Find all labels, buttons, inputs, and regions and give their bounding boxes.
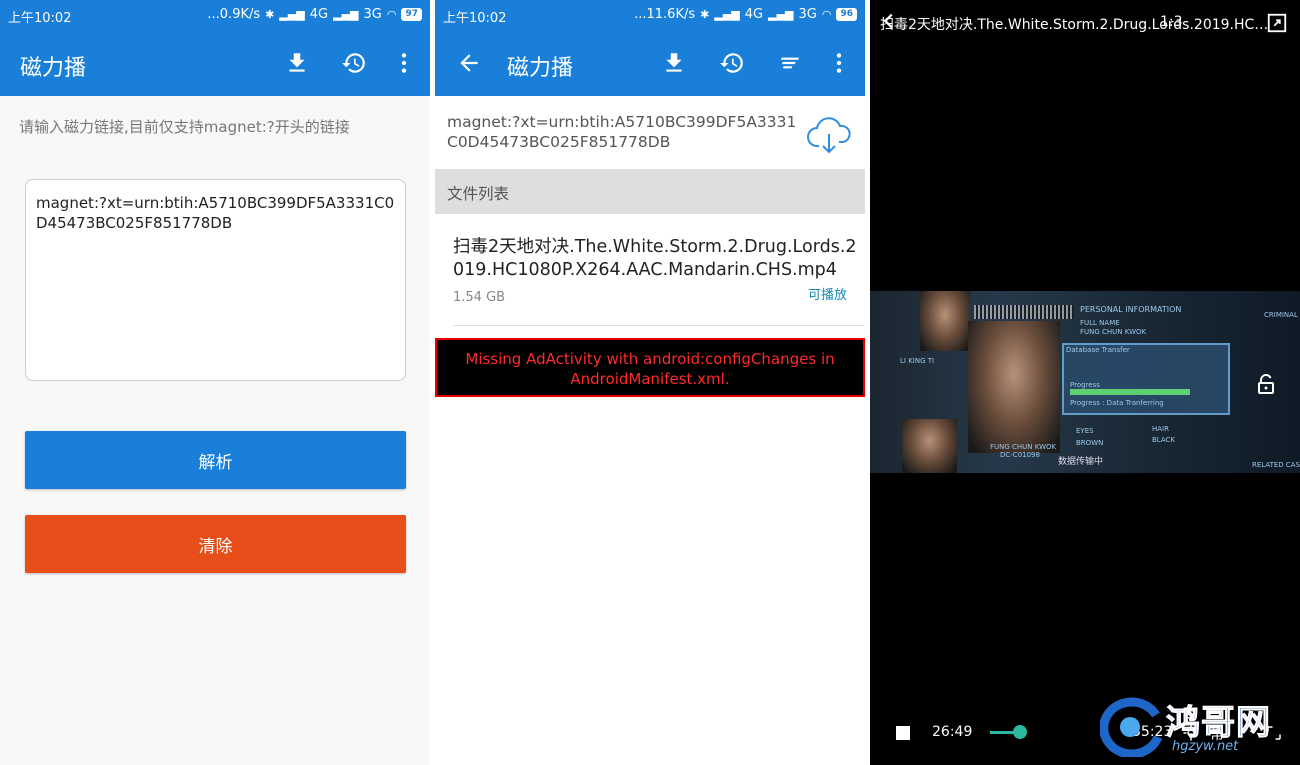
app-title: 磁力播 (20, 56, 87, 81)
parse-button[interactable]: 解析 (25, 431, 406, 489)
file-list-header: 文件列表 (435, 169, 865, 214)
app-bar: 磁力播 (435, 30, 865, 96)
divider (453, 325, 865, 326)
wifi-icon: ◠ (386, 8, 397, 21)
sort-icon[interactable] (776, 50, 802, 76)
magnet-link-text: magnet:?xt=urn:btih:A5710BC399DF5A3331C0… (447, 113, 797, 151)
stop-icon[interactable] (896, 726, 910, 740)
input-hint: 请输入磁力链接,目前仅支持magnet:?开头的链接 (19, 118, 350, 136)
net-speed: ...0.9K/s (207, 7, 261, 22)
net-speed: ...11.6K/s (634, 7, 696, 22)
video-frame[interactable]: PERSONAL INFORMATION FULL NAME FUNG CHUN… (870, 291, 1300, 473)
battery-icon: 97 (401, 8, 422, 21)
watermark-logo-icon (1099, 697, 1164, 759)
network-type-1: 4G (309, 7, 329, 22)
playable-status[interactable]: 可播放 (808, 284, 847, 303)
battery-icon: 96 (836, 8, 857, 21)
bluetooth-icon: ✱ (265, 8, 275, 21)
signal-icon: ▂▄▆ (279, 8, 305, 21)
signal-icon: ▂▄▆ (714, 8, 740, 21)
wifi-icon: ◠ (821, 8, 832, 21)
fullscreen-icon[interactable] (1266, 12, 1288, 34)
bluetooth-icon: ✱ (700, 8, 710, 21)
file-name[interactable]: 扫毒2天地对决.The.White.Storm.2.Drug.Lords.201… (453, 236, 863, 282)
history-icon[interactable] (341, 50, 367, 76)
player-top-bar: 扫毒2天地对决.The.White.Storm.2.Drug.Lords.201… (870, 0, 1300, 44)
more-vert-icon[interactable] (391, 50, 417, 76)
back-arrow-icon[interactable] (456, 50, 482, 76)
more-vert-icon[interactable] (826, 50, 852, 76)
video-progress (1070, 389, 1190, 395)
current-time: 26:49 (932, 724, 973, 740)
video-player-screen: 扫毒2天地对决.The.White.Storm.2.Drug.Lords.201… (870, 0, 1300, 765)
app-bar: 磁力播 (0, 30, 430, 96)
signal-icon-2: ▂▄▆ (333, 8, 359, 21)
ad-error-banner: Missing AdActivity with android:configCh… (435, 338, 865, 397)
status-bar: 上午10:02 ...11.6K/s ✱ ▂▄▆ 4G ▂▄▆ 3G ◠ 96 (435, 0, 865, 30)
watermark-url: hgzyw.net (1172, 739, 1239, 754)
status-bar: 上午10:02 ...0.9K/s ✱ ▂▄▆ 4G ▂▄▆ 3G ◠ 97 (0, 0, 430, 30)
network-type-2: 3G (798, 7, 817, 22)
video-face-small-2 (902, 419, 957, 473)
cloud-download-icon[interactable] (805, 112, 853, 160)
back-chevron-icon[interactable] (878, 10, 900, 32)
history-icon[interactable] (719, 50, 745, 76)
video-face-main (968, 321, 1060, 453)
video-title: 扫毒2天地对决.The.White.Storm.2.Drug.Lords.201… (880, 17, 1275, 33)
file-list-screen: 上午10:02 ...11.6K/s ✱ ▂▄▆ 4G ▂▄▆ 3G ◠ 96 … (435, 0, 865, 765)
magnet-input[interactable]: magnet:?xt=urn:btih:A5710BC399DF5A3331C0… (25, 179, 406, 381)
app-title: 磁力播 (507, 56, 574, 81)
clear-button[interactable]: 清除 (25, 515, 406, 573)
video-barcode (974, 305, 1074, 319)
download-icon[interactable] (284, 50, 310, 76)
network-type-1: 4G (744, 7, 764, 22)
file-size: 1.54 GB (453, 290, 506, 305)
input-screen: 上午10:02 ...0.9K/s ✱ ▂▄▆ 4G ▂▄▆ 3G ◠ 97 磁… (0, 0, 430, 765)
download-icon[interactable] (661, 50, 687, 76)
network-type-2: 3G (363, 7, 382, 22)
clock: 1:3 (1160, 14, 1183, 30)
seek-thumb[interactable] (1013, 725, 1027, 739)
status-time: 上午10:02 (443, 11, 507, 26)
video-face-small (920, 291, 970, 351)
status-time: 上午10:02 (8, 11, 72, 26)
watermark-text: 鸿哥网 (1166, 703, 1271, 744)
signal-icon-2: ▂▄▆ (768, 8, 794, 21)
watermark: 鸿哥网 hgzyw.net (1099, 695, 1300, 765)
lock-icon[interactable] (1254, 372, 1278, 396)
